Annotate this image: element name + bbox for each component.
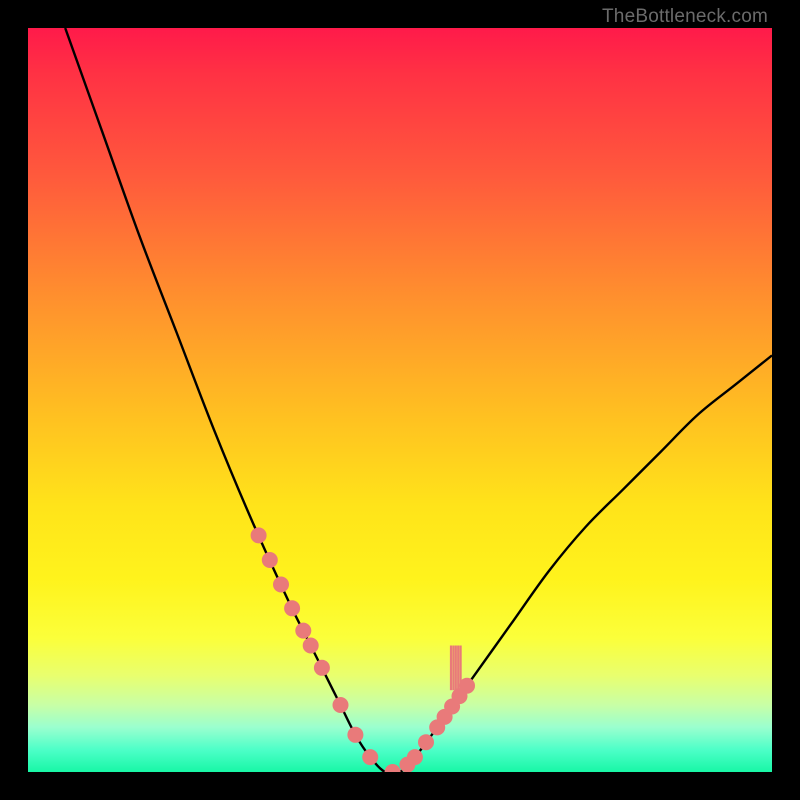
marker-dot xyxy=(262,552,278,568)
marker-dot xyxy=(347,727,363,743)
bottleneck-curve xyxy=(65,28,772,772)
marker-dot xyxy=(284,600,300,616)
marker-dot xyxy=(303,638,319,654)
marker-dot xyxy=(385,764,401,772)
marker-dot xyxy=(314,660,330,676)
marker-dot xyxy=(362,749,378,765)
marker-dot xyxy=(251,527,267,543)
marker-dots xyxy=(251,527,475,772)
chart-stage: TheBottleneck.com xyxy=(0,0,800,800)
marker-dot xyxy=(333,697,349,713)
marker-dot xyxy=(273,577,289,593)
plot-area xyxy=(28,28,772,772)
spike-marks xyxy=(451,646,461,691)
marker-dot xyxy=(418,734,434,750)
marker-dot xyxy=(407,749,423,765)
curve-layer xyxy=(28,28,772,772)
marker-dot xyxy=(295,623,311,639)
bottleneck-curve-path xyxy=(65,28,772,772)
watermark-text: TheBottleneck.com xyxy=(602,6,768,28)
